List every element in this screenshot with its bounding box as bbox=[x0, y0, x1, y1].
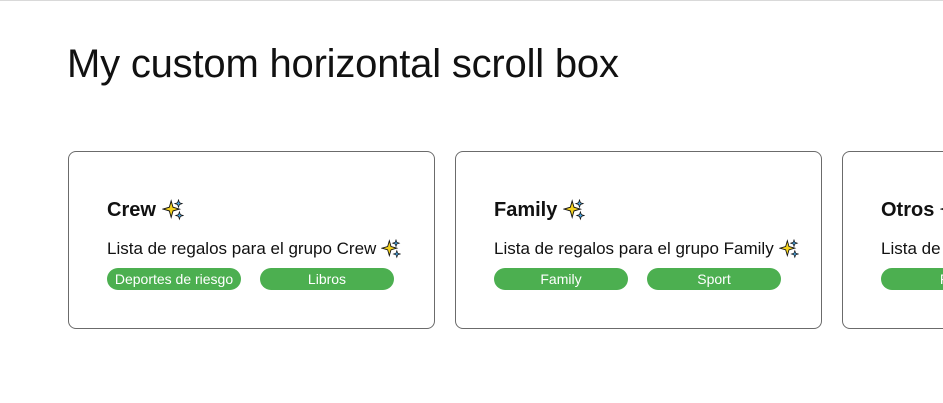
group-card-otros[interactable]: Otros Lista de Fa bbox=[842, 151, 943, 329]
scroll-track: Crew Lista de regalos para el grupo Crew… bbox=[68, 151, 943, 329]
card-title: Otros bbox=[881, 199, 935, 221]
tag-list: Fa bbox=[881, 268, 943, 290]
horizontal-scroll-box[interactable]: Crew Lista de regalos para el grupo Crew… bbox=[68, 151, 943, 329]
card-description: Lista de regalos para el grupo Crew bbox=[107, 239, 377, 258]
tag-pill[interactable]: Family bbox=[494, 268, 628, 290]
tag-pill[interactable]: Fa bbox=[881, 268, 943, 290]
tag-pill[interactable]: Sport bbox=[647, 268, 781, 290]
group-card-family[interactable]: Family Lista de regalos para el grupo Fa… bbox=[455, 151, 822, 329]
card-title-row: Family bbox=[494, 196, 821, 224]
tag-pill[interactable]: Libros bbox=[260, 268, 394, 290]
tag-list: Family Sport bbox=[494, 268, 821, 290]
card-description: Lista de regalos para el grupo Family bbox=[494, 239, 774, 258]
card-description: Lista de bbox=[881, 239, 941, 258]
card-title-row: Crew bbox=[107, 196, 434, 224]
card-title: Crew bbox=[107, 199, 156, 221]
tag-list: Deportes de riesgo Libros bbox=[107, 268, 434, 290]
card-description-row: Lista de regalos para el grupo Crew bbox=[107, 238, 434, 260]
sparkles-icon bbox=[161, 199, 184, 221]
card-title-row: Otros bbox=[881, 196, 943, 224]
sparkles-icon bbox=[778, 239, 799, 259]
top-divider bbox=[0, 0, 943, 1]
card-description-row: Lista de regalos para el grupo Family bbox=[494, 238, 821, 260]
group-card-crew[interactable]: Crew Lista de regalos para el grupo Crew… bbox=[68, 151, 435, 329]
sparkles-icon bbox=[563, 199, 586, 221]
page-title: My custom horizontal scroll box bbox=[67, 42, 619, 86]
card-description-row: Lista de bbox=[881, 238, 943, 260]
sparkles-icon bbox=[381, 239, 402, 259]
card-title: Family bbox=[494, 199, 558, 221]
tag-pill[interactable]: Deportes de riesgo bbox=[107, 268, 241, 290]
